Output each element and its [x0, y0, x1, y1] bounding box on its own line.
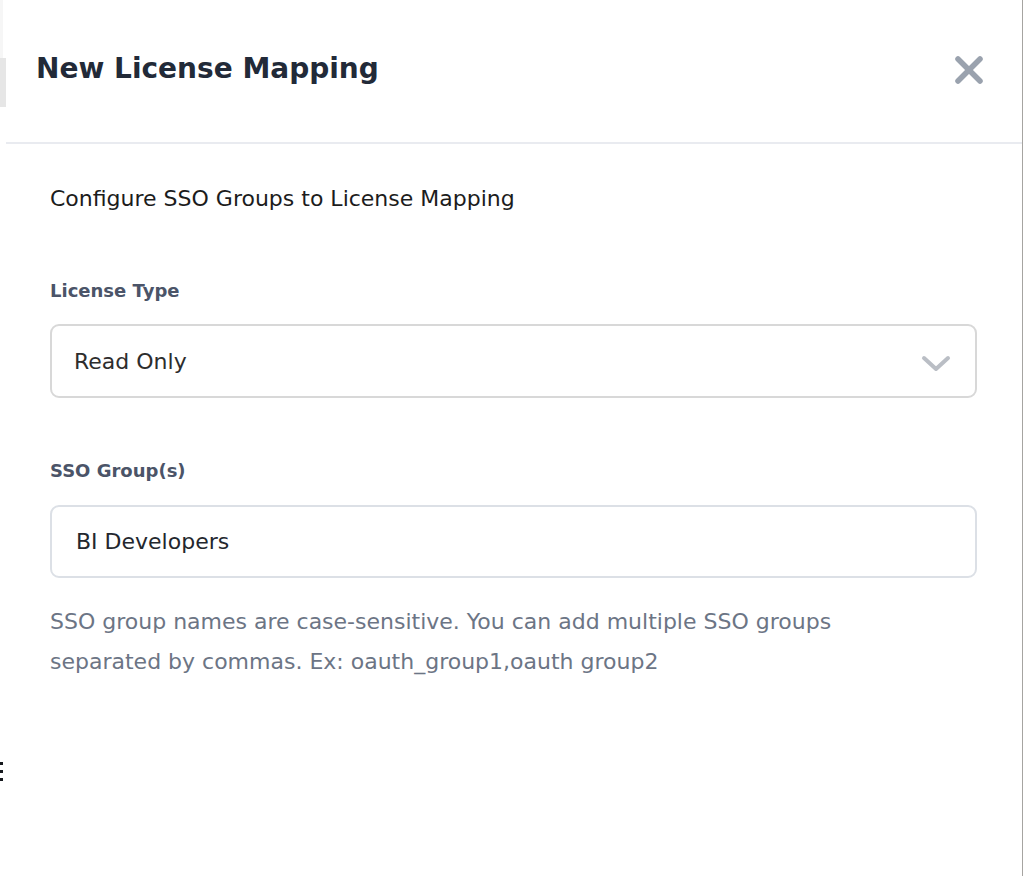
background-list-dash — [0, 770, 3, 773]
modal-header: New License Mapping — [6, 0, 1022, 144]
close-icon — [953, 54, 985, 86]
sso-groups-label: SSO Group(s) — [50, 460, 186, 481]
close-button[interactable] — [952, 53, 986, 87]
sso-groups-help: SSO group names are case-sensitive. You … — [50, 602, 930, 682]
background-page-sliver-top — [0, 0, 3, 58]
license-type-label: License Type — [50, 280, 180, 301]
new-license-mapping-modal: New License Mapping Configure SSO Groups… — [6, 0, 1022, 876]
modal-title: New License Mapping — [36, 52, 379, 85]
intro-text: Configure SSO Groups to License Mapping — [50, 186, 515, 211]
license-type-value: Read Only — [52, 349, 187, 374]
background-list-dash — [0, 762, 3, 765]
background-scrollbar-edge — [1021, 0, 1028, 876]
sso-groups-input[interactable] — [50, 505, 977, 578]
chevron-down-icon — [921, 355, 951, 372]
background-list-dash — [0, 778, 3, 781]
license-type-select[interactable]: Read Only — [50, 324, 977, 398]
